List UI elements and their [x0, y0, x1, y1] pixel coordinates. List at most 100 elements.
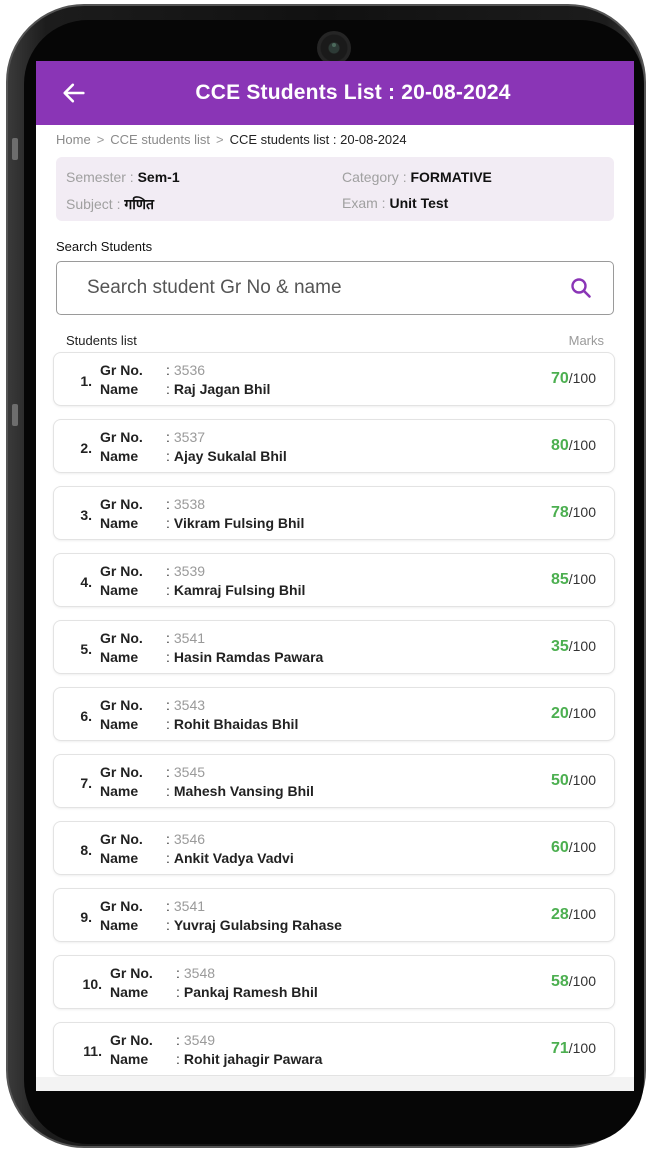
- gr-key: Gr No.: [110, 965, 153, 981]
- student-name: Pankaj Ramesh Bhil: [183, 984, 318, 1000]
- colon: :: [166, 764, 170, 780]
- gr-number: 3541: [173, 630, 206, 646]
- gr-number: 3539: [173, 563, 206, 579]
- category-info: Category : FORMATIVE: [342, 169, 492, 185]
- marks-total: /100: [568, 370, 596, 386]
- student-row[interactable]: 3. Gr No.:3538 Name: Vikram Fulsing Bhil 78/…: [54, 487, 614, 539]
- search-label: Search Students: [56, 239, 153, 254]
- student-name: Ankit Vadya Vadvi: [173, 850, 294, 866]
- colon: :: [166, 783, 170, 799]
- marks-total: /100: [568, 906, 596, 922]
- student-row[interactable]: 7. Gr No.:3545 Name: Mahesh Vansing Bhil 50/…: [54, 755, 614, 807]
- name-key: Name: [100, 917, 139, 933]
- name-line: Name: Vikram Fulsing Bhil: [100, 515, 304, 531]
- marks: 50/100: [551, 772, 596, 790]
- marks: 80/100: [551, 437, 596, 455]
- colon: :: [166, 563, 170, 579]
- gr-line: Gr No.:3539: [100, 563, 205, 579]
- row-index: 10.: [82, 976, 102, 992]
- name-key: Name: [100, 716, 139, 732]
- side-button: [12, 138, 18, 160]
- marks: 20/100: [551, 705, 596, 723]
- gr-key: Gr No.: [100, 630, 143, 646]
- student-row[interactable]: 4. Gr No.:3539 Name: Kamraj Fulsing Bhil 85/…: [54, 554, 614, 606]
- colon: :: [166, 716, 170, 732]
- gr-key: Gr No.: [100, 563, 143, 579]
- name-key: Name: [100, 448, 139, 464]
- row-index: 6.: [80, 708, 92, 724]
- student-row[interactable]: 2. Gr No.:3537 Name: Ajay Sukalal Bhil 80/10…: [54, 420, 614, 472]
- breadcrumb-home[interactable]: Home: [56, 132, 91, 147]
- marks-total: /100: [568, 839, 596, 855]
- marks-header: Marks: [568, 333, 604, 348]
- marks-total: /100: [568, 973, 596, 989]
- marks-score: 58: [550, 973, 569, 990]
- student-row[interactable]: 5. Gr No.:3541 Name: Hasin Ramdas Pawara 35/…: [54, 621, 614, 673]
- name-line: Name: Yuvraj Gulabsing Rahase: [100, 917, 342, 933]
- student-row[interactable]: 9. Gr No.:3541 Name: Yuvraj Gulabsing Rahas…: [54, 889, 614, 941]
- semester-label: Semester :: [66, 169, 138, 185]
- marks-score: 28: [550, 906, 569, 923]
- colon: :: [166, 496, 170, 512]
- marks-score: 35: [550, 638, 569, 655]
- student-row[interactable]: 11. Gr No.:3549 Name: Rohit jahagir Pawara 7…: [54, 1023, 614, 1075]
- colon: :: [166, 697, 170, 713]
- colon: :: [176, 1032, 180, 1048]
- category-value: FORMATIVE: [410, 169, 492, 185]
- student-row[interactable]: 8. Gr No.:3546 Name: Ankit Vadya Vadvi 60/10…: [54, 822, 614, 874]
- breadcrumb-separator: >: [215, 132, 224, 147]
- breadcrumb-cce-list[interactable]: CCE students list: [110, 132, 210, 147]
- gr-key: Gr No.: [100, 831, 143, 847]
- colon: :: [166, 381, 170, 397]
- page-title: CCE Students List : 20-08-2024: [195, 81, 511, 104]
- name-key: Name: [100, 649, 139, 665]
- colon: :: [166, 515, 170, 531]
- gr-line: Gr No.:3545: [100, 764, 205, 780]
- student-name: Hasin Ramdas Pawara: [173, 649, 324, 665]
- gr-number: 3548: [183, 965, 216, 981]
- exam-label: Exam :: [342, 195, 390, 211]
- student-name: Kamraj Fulsing Bhil: [173, 582, 306, 598]
- students-list-title: Students list: [66, 333, 137, 348]
- marks: 58/100: [551, 973, 596, 991]
- exam-value: Unit Test: [389, 195, 449, 211]
- marks-score: 50: [550, 772, 569, 789]
- marks: 35/100: [551, 638, 596, 656]
- search-input[interactable]: [57, 262, 537, 314]
- colon: :: [166, 850, 170, 866]
- semester-info: Semester : Sem-1: [66, 169, 180, 185]
- side-button: [12, 404, 18, 426]
- name-key: Name: [100, 381, 139, 397]
- marks-total: /100: [568, 504, 596, 520]
- search-box: [56, 261, 614, 315]
- row-index: 2.: [80, 440, 92, 456]
- name-key: Name: [100, 783, 139, 799]
- marks: 71/100: [551, 1040, 596, 1058]
- semester-value: Sem-1: [137, 169, 180, 185]
- gr-line: Gr No.:3538: [100, 496, 205, 512]
- search-icon[interactable]: [569, 276, 593, 300]
- colon: :: [166, 649, 170, 665]
- row-index: 4.: [80, 574, 92, 590]
- gr-line: Gr No.:3543: [100, 697, 205, 713]
- student-name: Mahesh Vansing Bhil: [173, 783, 314, 799]
- name-key: Name: [100, 850, 139, 866]
- colon: :: [166, 429, 170, 445]
- front-camera: [317, 31, 351, 65]
- gr-line: Gr No.:3541: [100, 898, 205, 914]
- colon: :: [166, 917, 170, 933]
- student-row[interactable]: 10. Gr No.:3548 Name: Pankaj Ramesh Bhil 58/…: [54, 956, 614, 1008]
- student-row[interactable]: 1. Gr No.:3536 Name: Raj Jagan Bhil 70/100: [54, 353, 614, 405]
- gr-line: Gr No.:3549: [110, 1032, 215, 1048]
- exam-info-card: Semester : Sem-1 Category : FORMATIVE Su…: [56, 157, 614, 221]
- colon: :: [166, 582, 170, 598]
- student-row[interactable]: 6. Gr No.:3543 Name: Rohit Bhaidas Bhil 20/1…: [54, 688, 614, 740]
- gr-key: Gr No.: [100, 362, 143, 378]
- row-index: 3.: [80, 507, 92, 523]
- marks-total: /100: [568, 1040, 596, 1056]
- gr-line: Gr No.:3537: [100, 429, 205, 445]
- marks: 70/100: [551, 370, 596, 388]
- category-label: Category :: [342, 169, 411, 185]
- marks: 85/100: [551, 571, 596, 589]
- marks-total: /100: [568, 772, 596, 788]
